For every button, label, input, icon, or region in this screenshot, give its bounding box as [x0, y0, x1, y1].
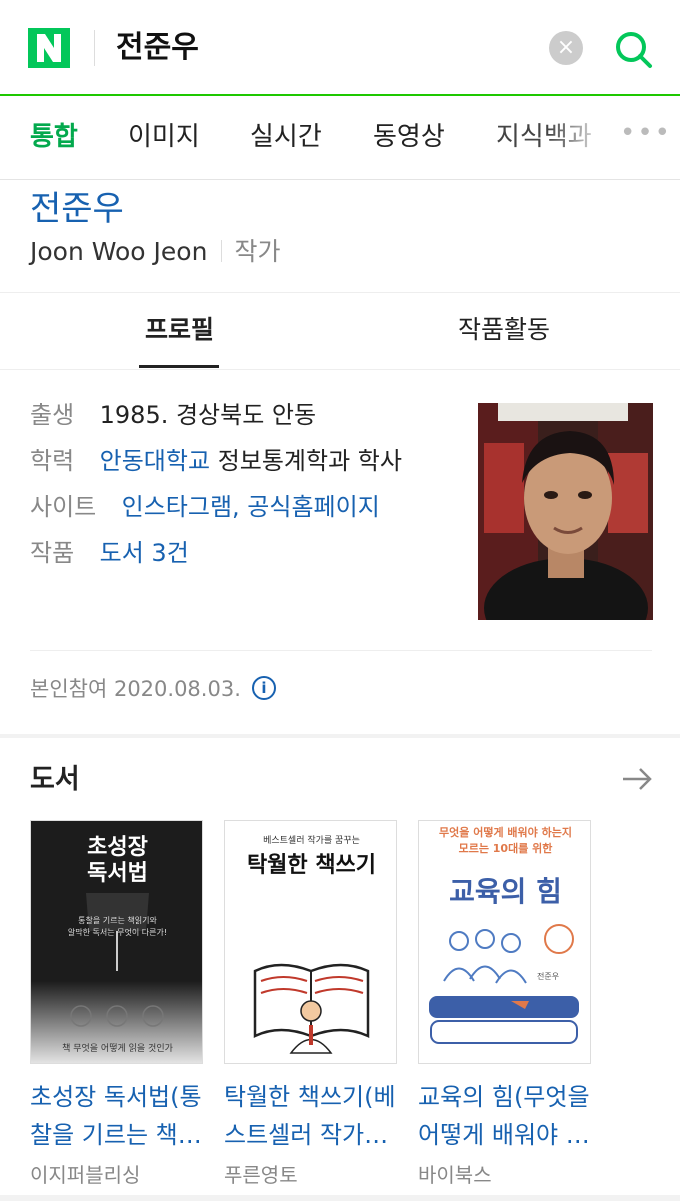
book-publisher-3: 바이북스 — [418, 1163, 492, 1187]
book-title-2[interactable]: 탁월한 책쓰기(베스트셀러 작가를 꿈꾸는) — [224, 1078, 399, 1154]
education-value: 정보통계학과 학사 — [217, 447, 402, 475]
site-links[interactable]: 인스타그램, 공식홈페이지 — [122, 493, 380, 521]
profile-row-education: 학력 안동대학교 정보통계학과 학사 — [30, 444, 402, 478]
verified-date: 본인참여 2020.08.03. — [30, 677, 241, 701]
info-icon[interactable]: i — [252, 676, 276, 700]
search-bar: 전준우 × — [0, 0, 680, 96]
search-query[interactable]: 전준우 — [116, 28, 199, 68]
logo-divider — [94, 30, 95, 66]
book-cover-3[interactable]: 무엇을 어떻게 배워야 하는지 모르는 10대를 위한 교육의 힘 전준우 — [418, 820, 591, 1064]
bottom-separator — [0, 1195, 680, 1201]
books-section-title: 도서 — [30, 764, 80, 795]
site-label: 사이트 — [30, 493, 97, 521]
book-title-1[interactable]: 초성장 독서법(통찰을 기르는 책읽기와 알막한 독서는 무엇이 다른가!) — [30, 1078, 205, 1154]
birth-value: 1985. 경상북도 안동 — [99, 401, 317, 429]
tab-images[interactable]: 이미지 — [128, 120, 200, 154]
profile-photo[interactable] — [478, 403, 653, 620]
search-icon[interactable] — [612, 28, 654, 70]
clear-search-button[interactable]: × — [549, 31, 583, 65]
tab-video[interactable]: 동영상 — [373, 120, 445, 154]
book-3-cover-author: 전준우 — [537, 972, 560, 981]
tab-fade — [548, 96, 608, 178]
book-1-cover-title-2: 독서법 — [87, 861, 148, 886]
book-publisher-1: 이지퍼블리싱 — [30, 1163, 141, 1187]
entity-role: 작가 — [234, 237, 281, 266]
entity-subtitle: Joon Woo Jeon 작가 — [30, 236, 280, 268]
profile-row-site: 사이트 인스타그램, 공식홈페이지 — [30, 490, 380, 524]
book-2-cover-top: 베스트셀러 작가를 꿈꾸는 — [263, 836, 360, 846]
naver-logo-icon[interactable] — [28, 28, 70, 68]
book-3-cover-top-2: 모르는 10대를 위한 — [458, 842, 553, 855]
arrow-right-icon[interactable] — [620, 762, 654, 796]
book-1-cover-title-1: 초성장 — [87, 835, 148, 860]
book-title-3[interactable]: 교육의 힘(무엇을 어떻게 배워야 하는지 모르는 10대를 위한) — [418, 1078, 593, 1154]
entity-name[interactable]: 전준우 — [30, 186, 124, 232]
book-2-cover-title: 탁월한 책쓰기 — [246, 853, 377, 878]
active-tab-indicator — [139, 365, 219, 368]
profile-photo-image — [478, 403, 653, 620]
section-separator — [0, 734, 680, 738]
tab-integrated[interactable]: 통합 — [30, 120, 78, 154]
book-cover-1[interactable]: 초성장 독서법 통찰을 기르는 책읽기와 알막한 독서는 무엇이 다른가! 책 … — [30, 820, 203, 1064]
book-3-cover-title: 교육의 힘 — [449, 875, 562, 908]
tab-realtime[interactable]: 실시간 — [250, 120, 322, 154]
separator — [221, 240, 223, 262]
book-cover-3-art — [419, 821, 590, 1063]
divider — [30, 650, 652, 651]
entity-english-name: Joon Woo Jeon — [30, 237, 208, 266]
profile-sub-tabs: 프로필 작품활동 — [0, 292, 680, 370]
tab-works[interactable]: 작품활동 — [458, 313, 550, 347]
book-1-cover-bottom: 책 무엇을 어떻게 읽을 것인가 — [62, 1044, 173, 1054]
works-link[interactable]: 도서 3건 — [100, 539, 189, 567]
works-label: 작품 — [30, 539, 75, 567]
birth-label: 출생 — [30, 401, 75, 429]
profile-row-birth: 출생 1985. 경상북도 안동 — [30, 398, 316, 432]
profile-row-works: 작품 도서 3건 — [30, 536, 189, 570]
more-tabs-icon[interactable]: ••• — [620, 118, 672, 148]
book-3-cover-top-1: 무엇을 어떻게 배워야 하는지 — [439, 826, 572, 839]
education-label: 학력 — [30, 447, 75, 475]
book-1-cover-tagline-2: 알막한 독서는 무엇이 다른가! — [67, 928, 168, 937]
tab-profile[interactable]: 프로필 — [145, 313, 214, 347]
book-cover-2[interactable]: 베스트셀러 작가를 꿈꾸는 탁월한 책쓰기 — [224, 820, 397, 1064]
book-publisher-2: 푸른영토 — [224, 1163, 298, 1187]
search-tabs: 통합 이미지 실시간 동영상 지식백과 ••• — [0, 96, 680, 180]
book-1-cover-tagline-1: 통찰을 기르는 책읽기와 — [78, 916, 157, 925]
education-link[interactable]: 안동대학교 — [100, 447, 210, 475]
